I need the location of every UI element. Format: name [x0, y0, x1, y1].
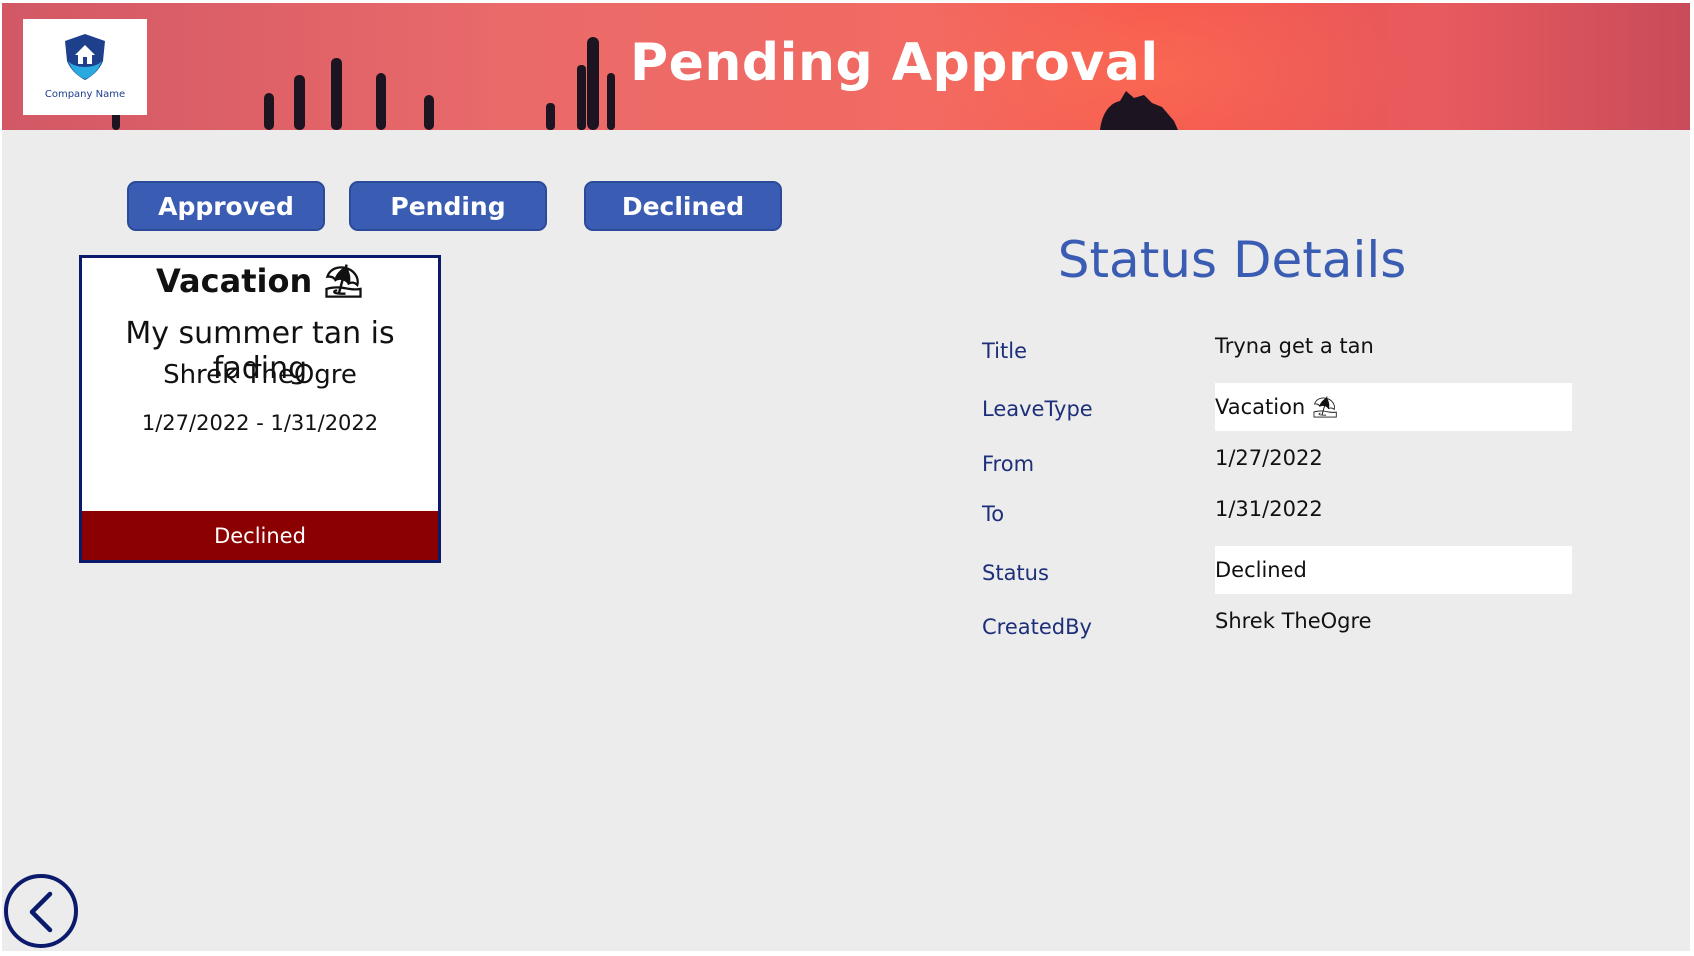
company-logo: Company Name	[23, 19, 147, 115]
status-details-heading: Status Details	[1057, 231, 1407, 289]
createdby-value: Shrek TheOgre	[1215, 609, 1372, 633]
card-status-badge: Declined	[82, 511, 438, 560]
page-title: Pending Approval	[630, 33, 1159, 93]
card-date-range: 1/27/2022 - 1/31/2022	[141, 411, 379, 435]
leavetype-value: Vacation ⛱	[1215, 383, 1572, 431]
title-label: Title	[982, 339, 1028, 363]
approved-filter-button[interactable]: Approved	[127, 181, 325, 231]
house-shield-icon	[65, 34, 105, 80]
to-label: To	[982, 502, 1005, 526]
chevron-left-icon	[29, 891, 53, 933]
app-screen: Company Name Pending Approval Approved P…	[2, 3, 1690, 951]
to-value: 1/31/2022	[1215, 497, 1323, 521]
card-leave-type: Vacation ⛱	[156, 262, 364, 300]
header-banner: Company Name Pending Approval	[2, 3, 1690, 130]
logo-text: Company Name	[44, 89, 126, 100]
declined-filter-button[interactable]: Declined	[584, 181, 782, 231]
title-value: Tryna get a tan	[1215, 334, 1374, 358]
back-button[interactable]	[4, 874, 78, 948]
pending-filter-button[interactable]: Pending	[349, 181, 547, 231]
from-label: From	[982, 452, 1035, 476]
card-author: Shrek TheOgre	[163, 360, 357, 390]
status-label: Status	[982, 561, 1049, 585]
from-value: 1/27/2022	[1215, 446, 1323, 470]
status-value: Declined	[1215, 546, 1572, 594]
createdby-label: CreatedBy	[982, 615, 1092, 639]
leave-request-card[interactable]: Vacation ⛱ My summer tan is fading Shrek…	[79, 255, 441, 563]
leavetype-label: LeaveType	[982, 397, 1093, 421]
